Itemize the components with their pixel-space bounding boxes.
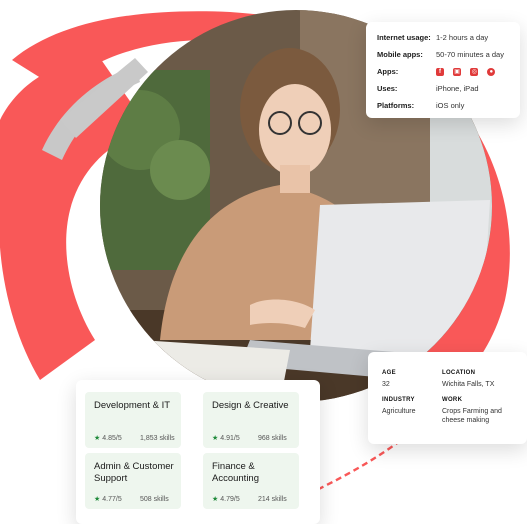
category-tile-development[interactable]: Development & IT ★ 4.85/5 1,853 skills bbox=[85, 392, 181, 448]
industry-label: INDUSTRY bbox=[382, 397, 415, 403]
neck bbox=[280, 165, 310, 193]
gift-icon: ▣ bbox=[453, 68, 462, 77]
location-value: Wichita Falls, TX bbox=[442, 381, 495, 388]
usage-label: Apps: bbox=[377, 67, 399, 76]
usage-value: 1-2 hours a day bbox=[436, 33, 489, 42]
hero-illustration: Internet usage: 1-2 hours a day Mobile a… bbox=[0, 0, 527, 524]
usage-label: Internet usage: bbox=[377, 33, 431, 42]
app-icons: f ▣ ◎ ● bbox=[436, 67, 502, 77]
usage-label: Mobile apps: bbox=[377, 50, 423, 59]
facebook-icon: f bbox=[436, 68, 444, 77]
work-label: WORK bbox=[442, 397, 463, 403]
categories-card: Development & IT ★ 4.85/5 1,853 skills De… bbox=[76, 380, 320, 524]
category-meta: ★ 4.77/5 508 skills bbox=[94, 495, 169, 503]
category-meta: ★ 4.91/5 968 skills bbox=[212, 434, 287, 442]
category-rating: 4.79/5 bbox=[220, 496, 240, 503]
star-icon: ★ bbox=[94, 435, 101, 442]
category-skills: 968 skills bbox=[258, 435, 287, 442]
age-label: AGE bbox=[382, 370, 396, 376]
location-label: LOCATION bbox=[442, 370, 476, 376]
whatsapp-icon: ● bbox=[487, 68, 496, 77]
category-tile-finance[interactable]: Finance & Accounting ★ 4.79/5 214 skills bbox=[203, 453, 299, 509]
category-rating: 4.77/5 bbox=[102, 496, 122, 503]
usage-label: Uses: bbox=[377, 84, 398, 93]
category-title: Design & Creative bbox=[212, 400, 289, 411]
woman-face bbox=[259, 84, 331, 176]
category-skills: 214 skills bbox=[258, 496, 287, 503]
category-tile-design[interactable]: Design & Creative ★ 4.91/5 968 skills bbox=[203, 392, 299, 448]
category-tile-admin[interactable]: Admin & Customer Support ★ 4.77/5 508 ski… bbox=[85, 453, 181, 509]
category-title: Finance & Accounting bbox=[212, 461, 260, 484]
star-icon: ★ bbox=[212, 496, 219, 503]
star-icon: ★ bbox=[212, 435, 219, 442]
usage-card: Internet usage: 1-2 hours a day Mobile a… bbox=[366, 22, 520, 118]
instagram-icon: ◎ bbox=[470, 68, 479, 77]
usage-value: iOS only bbox=[436, 101, 465, 110]
profile-card: AGE 32 LOCATION Wichita Falls, TX INDUST… bbox=[368, 352, 527, 444]
star-icon: ★ bbox=[94, 496, 101, 503]
category-meta: ★ 4.85/5 1,853 skills bbox=[94, 434, 175, 442]
work-value: Crops Farming and cheese making bbox=[442, 408, 502, 424]
category-rating: 4.85/5 bbox=[102, 435, 122, 442]
category-meta: ★ 4.79/5 214 skills bbox=[212, 495, 287, 503]
category-title: Development & IT bbox=[94, 400, 171, 411]
usage-label: Platforms: bbox=[377, 101, 415, 110]
category-skills: 508 skills bbox=[140, 496, 169, 503]
plant-leaves-2 bbox=[150, 140, 210, 200]
category-skills: 1,853 skills bbox=[140, 435, 175, 442]
category-rating: 4.91/5 bbox=[220, 435, 240, 442]
category-title: Admin & Customer Support bbox=[94, 461, 174, 484]
usage-value: iPhone, iPad bbox=[436, 84, 479, 93]
usage-value: 50-70 minutes a day bbox=[436, 50, 504, 59]
